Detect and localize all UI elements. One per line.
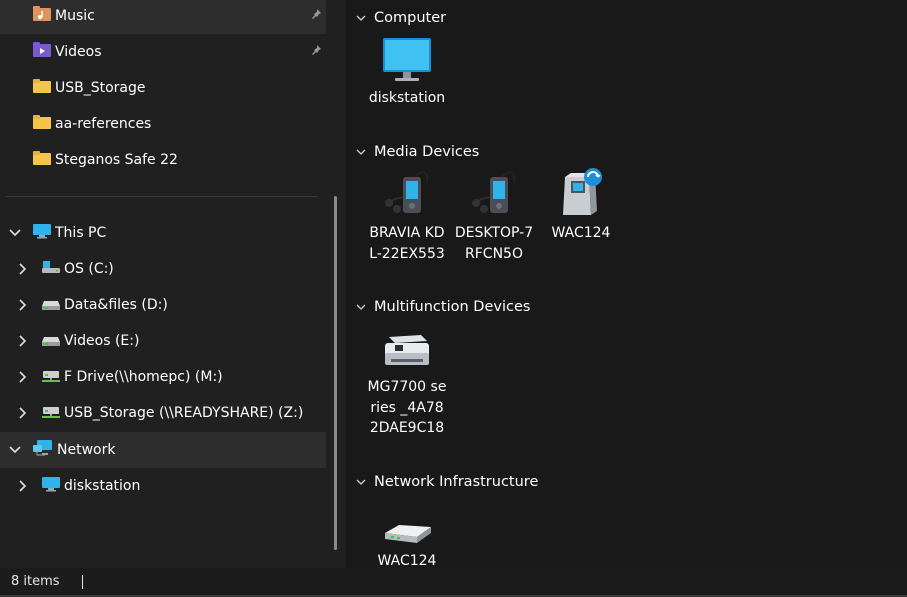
device-label: BRAVIA KDL-22EX553 <box>369 225 445 262</box>
this-pc-icon <box>33 223 51 243</box>
nav-item-label: Music <box>55 8 95 24</box>
device-label: WAC124 <box>551 225 611 241</box>
nav-item-drive-d[interactable]: Data&files (D:) <box>0 287 326 323</box>
device-tile[interactable]: DESKTOP-7RFCN5O <box>454 159 534 264</box>
chevron-down-icon[interactable] <box>3 229 27 237</box>
nav-item-label: Videos (E:) <box>64 333 140 349</box>
device-tile[interactable]: MG7700 series _4A782DAE9C18 <box>367 313 447 439</box>
chevron-right-icon[interactable] <box>11 263 35 275</box>
media-player-icon <box>454 159 534 219</box>
printer-icon <box>367 313 447 373</box>
nav-item-label: Data&files (D:) <box>64 297 168 313</box>
nav-item-label: Network <box>57 442 116 458</box>
chevron-down-icon[interactable] <box>356 149 366 156</box>
nav-item-videos[interactable]: Videos <box>0 34 326 70</box>
nav-item-drive-m[interactable]: F Drive(\\homepc) (M:) <box>0 359 326 395</box>
chevron-down-icon[interactable] <box>356 304 366 311</box>
device-tile[interactable]: WAC124 <box>367 487 447 568</box>
device-label: MG7700 series _4A782DAE9C18 <box>367 379 447 436</box>
network-drive-icon <box>42 367 60 387</box>
navigation-pane: Music Videos USB_Storage aa-references S… <box>0 0 346 568</box>
chevron-down-icon[interactable] <box>356 15 366 22</box>
status-separator <box>81 574 83 589</box>
nav-item-drive-c[interactable]: OS (C:) <box>0 251 326 287</box>
nav-item-music[interactable]: Music <box>0 0 326 34</box>
nav-item-label: OS (C:) <box>64 261 114 277</box>
chevron-right-icon[interactable] <box>11 335 35 347</box>
status-bar: 8 items <box>0 568 907 597</box>
folder-icon <box>33 78 51 98</box>
nav-scrollbar[interactable] <box>334 196 337 550</box>
drive-icon <box>42 331 60 351</box>
group-title: Media Devices <box>374 144 480 160</box>
pin-icon[interactable] <box>310 8 322 24</box>
drive-icon <box>42 295 60 315</box>
nav-divider <box>6 196 318 197</box>
chevron-right-icon[interactable] <box>11 371 35 383</box>
nav-item-steganos-safe[interactable]: Steganos Safe 22 <box>0 142 326 178</box>
device-tile[interactable]: diskstation <box>367 24 447 109</box>
device-label: DESKTOP-7RFCN5O <box>454 225 534 262</box>
item-count: 8 items <box>11 574 60 589</box>
chevron-down-icon[interactable] <box>3 446 27 454</box>
os-drive-icon <box>42 259 60 279</box>
device-tile[interactable]: BRAVIA KDL-22EX553 <box>367 159 447 264</box>
chevron-right-icon[interactable] <box>11 480 35 492</box>
nav-item-label: Videos <box>55 44 102 60</box>
nav-item-label: aa-references <box>55 116 152 132</box>
nav-item-label: F Drive(\\homepc) (M:) <box>64 369 223 385</box>
chevron-down-icon[interactable] <box>356 479 366 486</box>
network-icon <box>33 439 53 461</box>
folder-icon <box>33 114 51 134</box>
nav-item-this-pc[interactable]: This PC <box>0 215 326 251</box>
media-player-icon <box>367 159 447 219</box>
router-icon <box>367 487 447 547</box>
folder-icon <box>33 150 51 170</box>
media-server-icon <box>541 159 621 219</box>
nav-item-diskstation[interactable]: diskstation <box>0 468 326 504</box>
chevron-right-icon[interactable] <box>11 299 35 311</box>
device-tile[interactable]: WAC124 <box>541 159 621 244</box>
nav-item-usb-storage[interactable]: USB_Storage <box>0 70 326 106</box>
device-label: diskstation <box>368 90 446 106</box>
nav-item-label: This PC <box>55 225 107 241</box>
network-drive-icon <box>42 403 60 423</box>
content-pane: Computer diskstation Media Devices BRAVI… <box>346 0 907 568</box>
device-label: WAC124 <box>377 553 437 568</box>
nav-item-label: diskstation <box>64 478 141 494</box>
videos-folder-icon <box>33 42 51 62</box>
pin-icon[interactable] <box>310 44 322 60</box>
chevron-right-icon[interactable] <box>11 407 35 419</box>
nav-item-label: USB_Storage <box>55 80 146 96</box>
nav-item-label: USB_Storage (\\READYSHARE) (Z:) <box>64 405 304 421</box>
monitor-icon <box>367 24 447 84</box>
nav-item-network[interactable]: Network <box>0 432 326 468</box>
computer-icon <box>42 476 60 496</box>
nav-item-drive-z[interactable]: USB_Storage (\\READYSHARE) (Z:) <box>0 395 326 431</box>
music-folder-icon <box>33 6 51 26</box>
nav-item-label: Steganos Safe 22 <box>55 152 178 168</box>
nav-item-drive-e[interactable]: Videos (E:) <box>0 323 326 359</box>
nav-item-aa-references[interactable]: aa-references <box>0 106 326 142</box>
